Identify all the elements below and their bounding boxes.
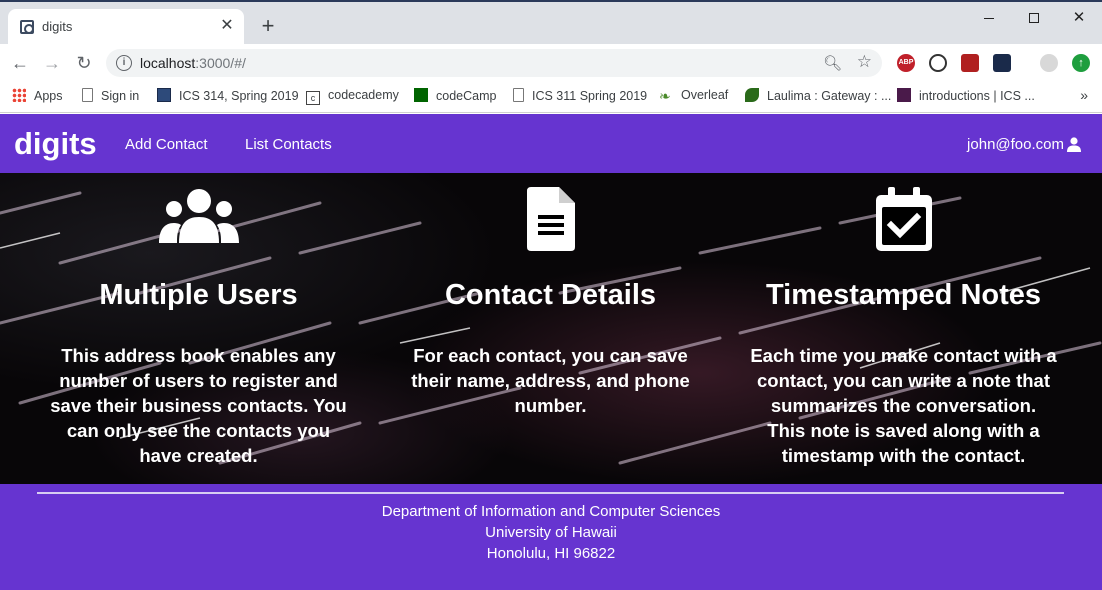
site-navbar: digits Add Contact List Contacts john@fo… [0,114,1102,173]
bookmarks-bar: Apps Sign in ICS 314, Spring 2019 c codec… [0,82,1102,113]
bookmark-label: ICS 311 Spring 2019 [532,89,648,103]
address-url[interactable]: localhost:3000/#/ [140,55,246,71]
minimize-button[interactable] [978,8,1000,28]
bookmark-ics311[interactable]: ICS 311 Spring 2019 [513,88,647,103]
tab-favicon-icon [20,20,34,34]
red-extension-icon[interactable] [961,54,979,72]
bookmark-apps[interactable]: Apps [12,88,63,103]
bookmark-introductions[interactable]: introductions | ICS ... [897,88,1035,103]
nav-add-contact[interactable]: Add Contact [125,136,208,153]
maximize-button[interactable] [1023,8,1045,28]
bookmark-label: introductions | ICS ... [919,89,1035,103]
footer-address: Honolulu, HI 96822 [486,545,616,562]
bookmark-laulima[interactable]: Laulima : Gateway : ... [745,88,891,103]
feature-title: Contact Details [444,279,657,311]
page-icon [82,88,93,102]
feature-description: Each time you make contact with a contac… [750,345,1057,466]
sync-extension-icon[interactable] [929,54,947,72]
codecamp-icon [414,88,428,102]
feature-description: For each contact, you can save their nam… [411,345,690,416]
bookmark-label: Overleaf [681,88,729,102]
feature-description: This address book enables any number of … [50,345,347,466]
browser-tabstrip: digits ✕ + ✕ [0,0,1102,44]
footer-divider [37,492,1064,494]
forward-arrow-icon[interactable]: → [41,52,63,74]
page-icon [513,88,524,102]
window-close-button[interactable]: ✕ [1068,8,1090,28]
browser-toolbar: ← → ↻ i localhost:3000/#/ 🔍︎ ☆ ABP ↑ [0,44,1102,82]
nav-list-contacts[interactable]: List Contacts [245,136,332,153]
window-top-edge [0,0,1102,2]
bookmark-label: ICS 314, Spring 2019 [179,89,299,103]
back-arrow-icon[interactable]: ← [9,52,31,74]
apps-grid-icon [12,88,26,102]
laulima-leaf-icon [745,88,759,102]
user-icon[interactable] [1067,137,1081,152]
bookmark-label: Laulima : Gateway : ... [767,89,892,103]
site-footer: Department of Information and Computer S… [0,484,1102,590]
tab-close-icon[interactable]: ✕ [218,17,236,35]
codecademy-icon: c [306,91,320,105]
dark-extension-icon[interactable] [993,54,1011,72]
browser-tab[interactable]: digits ✕ [8,9,244,44]
ics-icon [157,88,171,102]
feature-title: Multiple Users [99,279,298,311]
bookmark-label: Sign in [101,89,140,103]
address-bar[interactable]: i localhost:3000/#/ 🔍︎ ☆ [106,49,882,77]
feature-title: Timestamped Notes [765,279,1042,311]
reload-icon[interactable]: ↻ [73,52,95,74]
bookmark-codecamp[interactable]: codeCamp [414,88,496,103]
slack-icon [897,88,911,102]
brand-logo[interactable]: digits [14,126,97,162]
bookmark-star-icon[interactable]: ☆ [857,52,872,72]
hero-section: Multiple Users This address book enables… [0,173,1102,484]
file-text-icon [526,187,575,251]
url-path: :3000/#/ [195,55,246,71]
footer-university: University of Hawaii [485,524,617,541]
profile-avatar-icon[interactable] [1040,54,1058,72]
site-info-icon[interactable]: i [116,55,132,71]
adblock-extension-icon[interactable]: ABP [897,54,915,72]
bookmark-codecademy[interactable]: c codecademy [306,88,399,105]
url-host: localhost [140,55,196,71]
tab-title: digits [42,19,73,34]
footer-department: Department of Information and Computer S… [381,503,721,520]
new-tab-button[interactable]: + [256,15,280,39]
zoom-icon[interactable]: 🔍︎ [823,54,842,72]
calendar-check-icon [875,187,932,251]
bookmark-label: codecademy [328,88,399,102]
bookmark-sign-in[interactable]: Sign in [82,88,139,103]
user-menu[interactable]: john@foo.com [967,136,1064,153]
bookmark-overleaf[interactable]: ❧ Overleaf [659,88,728,103]
more-bookmarks-chevron-icon[interactable]: » [1080,87,1088,103]
bookmark-label: codeCamp [436,89,497,103]
overleaf-leaf-icon: ❧ [659,88,671,104]
users-icon [158,189,239,243]
bookmark-ics314[interactable]: ICS 314, Spring 2019 [157,88,299,103]
bookmark-label: Apps [34,89,63,103]
update-arrow-icon[interactable]: ↑ [1072,54,1090,72]
